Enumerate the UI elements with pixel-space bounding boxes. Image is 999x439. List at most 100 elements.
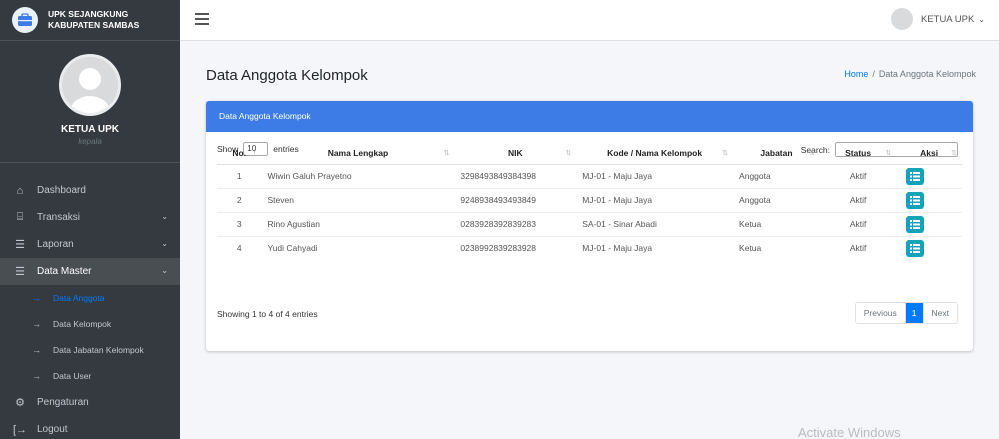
- sort-icon: ⇅: [951, 150, 957, 157]
- brand-line1: UPK SEJANGKUNG: [48, 9, 129, 19]
- pagination-page-1[interactable]: 1: [905, 303, 923, 323]
- user-panel: KETUA UPK kepala: [0, 41, 180, 163]
- cell-status: Aktif: [819, 235, 897, 260]
- sidebar-item-label: Laporan: [37, 239, 74, 250]
- col-header-no[interactable]: No. ↑: [217, 143, 262, 165]
- breadcrumb-home-link[interactable]: Home: [844, 69, 868, 79]
- card-header: Data Anggota Kelompok: [206, 101, 973, 132]
- user-avatar[interactable]: [59, 54, 121, 116]
- cell-jabatan: Anggota: [733, 187, 820, 212]
- cell-kelompok: MJ-01 - Maju Jaya: [576, 235, 734, 260]
- sidebar-subitem-data-anggota[interactable]: → Data Anggota: [0, 285, 180, 311]
- sidebar-subitem-data-jabatan-kelompok[interactable]: → Data Jabatan Kelompok: [0, 337, 180, 363]
- col-header-aksi[interactable]: Aksi ⇅: [896, 143, 962, 165]
- topbar: KETUA UPK ⌄: [180, 0, 999, 41]
- cell-no: 4: [217, 235, 262, 260]
- cell-aksi: [896, 187, 962, 212]
- cell-no: 3: [217, 211, 262, 236]
- col-header-nik[interactable]: NIK ⇅: [454, 143, 577, 165]
- detail-list-button[interactable]: [906, 191, 925, 209]
- user-menu-label: KETUA UPK: [920, 13, 975, 25]
- sidebar-subitem-label: Data Anggota: [53, 293, 105, 303]
- cell-no: 1: [217, 163, 262, 188]
- sidebar-item-data-master[interactable]: ☰ Data Master ⌄: [0, 258, 180, 285]
- sidebar-item-label: Dashboard: [37, 185, 86, 196]
- sidebar-item-label: Logout: [37, 424, 68, 435]
- sidebar-subitem-label: Data User: [53, 371, 92, 381]
- cell-nama: Wiwin Galuh Prayetno: [261, 163, 455, 188]
- sidebar-item-laporan[interactable]: ☰ Laporan ⌄: [0, 231, 180, 258]
- cell-kelompok: MJ-01 - Maju Jaya: [576, 163, 734, 188]
- cell-no: 2: [217, 187, 262, 212]
- brand-line2: KABUPATEN SAMBAS: [48, 20, 140, 30]
- sidebar-subitem-data-user[interactable]: → Data User: [0, 363, 180, 389]
- sort-icon: ⇅: [885, 150, 892, 157]
- user-name[interactable]: KETUA UPK: [61, 124, 119, 135]
- user-avatar-small: [890, 8, 913, 30]
- breadcrumb-separator: /: [872, 69, 875, 79]
- list-icon: [910, 219, 921, 229]
- cell-aksi: [896, 211, 962, 236]
- detail-list-button[interactable]: [906, 215, 925, 233]
- list-icon: [910, 243, 921, 253]
- sidebar-item-label: Transaksi: [37, 212, 80, 223]
- pagination-previous[interactable]: Previous: [856, 303, 906, 323]
- hamburger-menu-icon[interactable]: [195, 13, 209, 28]
- pagination-next[interactable]: Next: [922, 303, 957, 323]
- chevron-down-icon: ⌄: [161, 239, 168, 248]
- table-row: 3 Rino Agustian 0283928392839283 SA-01 -…: [217, 211, 962, 236]
- table-info: Showing 1 to 4 of 4 entries: [217, 309, 318, 319]
- arrow-right-icon: →: [32, 319, 41, 329]
- breadcrumb: Home / Data Anggota Kelompok: [844, 69, 976, 79]
- chevron-down-icon: ⌄: [161, 212, 168, 221]
- col-header-kelompok[interactable]: Kode / Nama Kelompok ⇅: [576, 143, 734, 165]
- sidebar-item-dashboard[interactable]: ⌂ Dashboard: [0, 177, 180, 204]
- user-role: kepala: [78, 137, 102, 146]
- sidebar-subitem-data-kelompok[interactable]: → Data Kelompok: [0, 311, 180, 337]
- cell-status: Aktif: [819, 211, 897, 236]
- sort-icon: ⇅: [565, 150, 572, 157]
- sort-icon: ⇅: [443, 150, 450, 157]
- detail-list-button[interactable]: [906, 167, 925, 185]
- col-header-jabatan[interactable]: Jabatan ⇅: [733, 143, 820, 165]
- cell-status: Aktif: [819, 187, 897, 212]
- sidebar-item-label: Data Master: [37, 266, 92, 277]
- sidebar-item-transaksi[interactable]: ⌸ Transaksi ⌄: [0, 204, 180, 231]
- cell-kelompok: MJ-01 - Maju Jaya: [576, 187, 734, 212]
- col-header-status[interactable]: Status ⇅: [819, 143, 897, 165]
- bank-icon: ⌸: [16, 211, 24, 223]
- sidebar-item-label: Pengaturan: [37, 397, 89, 408]
- list-icon: ☰: [15, 239, 25, 251]
- breadcrumb-current: Data Anggota Kelompok: [878, 69, 976, 79]
- cell-nik: 0283928392839283: [454, 211, 577, 236]
- sidebar-item-logout[interactable]: [→ Logout: [0, 416, 180, 439]
- data-card: Data Anggota Kelompok Show 10 entries Se…: [206, 101, 973, 351]
- chevron-down-icon: ⌄: [161, 266, 168, 275]
- sort-icon: ⇅: [809, 150, 815, 157]
- cell-nama: Rino Agustian: [261, 211, 455, 236]
- cell-nik: 3298493849384398: [454, 163, 577, 188]
- sidebar-subitem-label: Data Kelompok: [53, 319, 112, 329]
- members-table: No. ↑ Nama Lengkap ⇅ NIK ⇅ Kode / Nama Kelo…: [217, 143, 962, 260]
- sidebar-subitem-label: Data Jabatan Kelompok: [53, 345, 144, 355]
- table-row: 1 Wiwin Galuh Prayetno 3298493849384398 …: [217, 163, 962, 188]
- table-row: 2 Steven 9248938493493849 MJ-01 - Maju J…: [217, 187, 962, 212]
- user-menu-dropdown[interactable]: KETUA UPK ⌄: [890, 8, 985, 30]
- brand[interactable]: UPK SEJANGKUNG KABUPATEN SAMBAS: [0, 0, 180, 41]
- cell-jabatan: Anggota: [733, 163, 820, 188]
- detail-list-button[interactable]: [906, 239, 925, 257]
- cell-jabatan: Ketua: [733, 235, 820, 260]
- arrow-right-icon: →: [32, 293, 41, 303]
- sort-icon: ⇅: [722, 150, 729, 157]
- sidebar: UPK SEJANGKUNG KABUPATEN SAMBAS KETUA UP…: [0, 0, 180, 439]
- cell-jabatan: Ketua: [733, 211, 820, 236]
- logout-icon: [→: [13, 423, 28, 436]
- home-icon: ⌂: [16, 184, 24, 197]
- sidebar-item-pengaturan[interactable]: ⚙ Pengaturan: [0, 389, 180, 416]
- sort-asc-icon: ↑: [253, 149, 257, 156]
- pagination: Previous 1 Next: [854, 302, 958, 324]
- cell-nama: Steven: [261, 187, 455, 212]
- activate-windows-watermark: Activate Windows: [798, 425, 901, 439]
- col-header-nama[interactable]: Nama Lengkap ⇅: [261, 143, 455, 165]
- gear-icon: ⚙: [15, 397, 25, 409]
